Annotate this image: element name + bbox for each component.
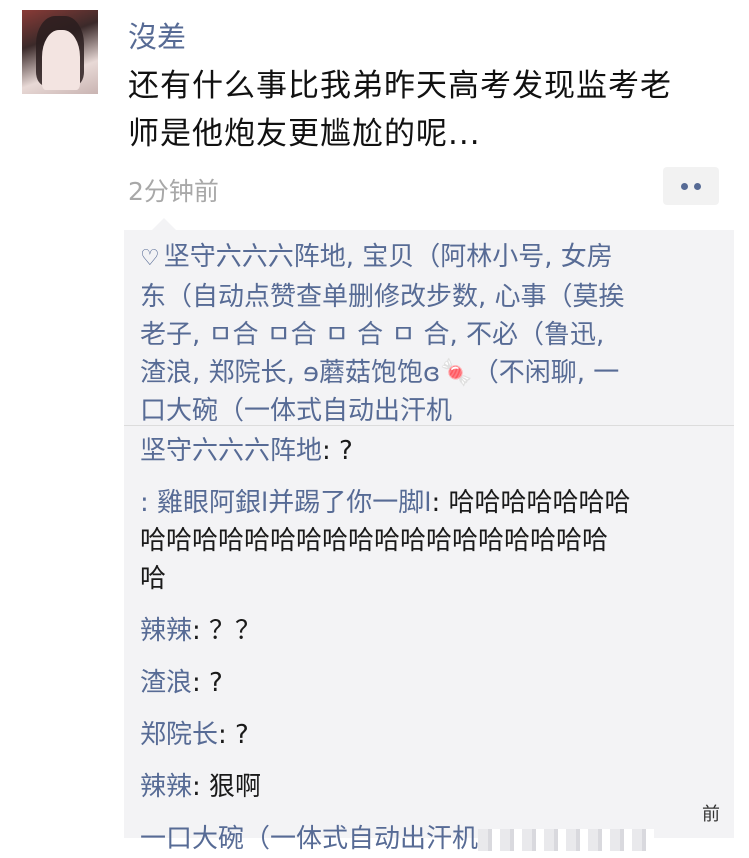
likes-line-4[interactable]: 渣浪, 郑院长, ɘ蘑菇饱饱ɞ🍬（不闲聊, 一 — [140, 354, 722, 392]
comment-text-continued: 哈哈哈哈哈哈哈哈哈哈哈哈哈哈哈哈哈哈 — [140, 526, 609, 556]
likes-line-2[interactable]: 东（自动点赞查单删修改步数, 心事（莫挨 — [140, 278, 722, 316]
comment-item[interactable]: 郑院长: ? — [140, 716, 718, 754]
post-username[interactable]: 沒差 — [128, 14, 186, 56]
commenter-name[interactable]: 渣浪 — [140, 668, 192, 698]
comment-item[interactable]: 辣辣: 狠啊 — [140, 768, 718, 806]
post-content: 还有什么事比我弟昨天高考发现监考老 师是他炮友更尴尬的呢... — [128, 62, 728, 158]
blurred-region — [478, 828, 655, 851]
comment-item[interactable]: 一口大碗（一体式自动出汗机 — [140, 820, 718, 858]
avatar-face-area — [42, 30, 80, 90]
comment-text: : 狠啊 — [192, 772, 262, 802]
commenter-name[interactable]: : 雞眼阿銀l并踢了你一脚l — [140, 488, 431, 518]
comment-text-continued: 哈 — [140, 564, 167, 594]
truncated-text: 前 — [702, 804, 720, 825]
comment-item[interactable]: 渣浪: ? — [140, 664, 718, 702]
likes-line-1: ♡ 坚守六六六阵地, 宝贝（阿林小号, 女房 — [140, 238, 722, 278]
commenter-name[interactable]: 一口大碗（一体式自动出汗机 — [140, 824, 478, 854]
comment-item[interactable]: : 雞眼阿銀l并踢了你一脚l: 哈哈哈哈哈哈哈 哈哈哈哈哈哈哈哈哈哈哈哈哈哈哈哈… — [140, 484, 718, 598]
comment-text: : ? — [218, 720, 249, 750]
commenter-name[interactable]: 辣辣 — [140, 616, 192, 646]
comment-text: : ? — [322, 436, 353, 466]
commenter-name[interactable]: 辣辣 — [140, 772, 192, 802]
comments-list: 坚守六六六阵地: ? : 雞眼阿銀l并踢了你一脚l: 哈哈哈哈哈哈哈 哈哈哈哈哈… — [124, 426, 734, 854]
commenter-name[interactable]: 郑院长 — [140, 720, 218, 750]
likes-text[interactable]: 坚守六六六阵地, 宝贝（阿林小号, 女房 — [164, 242, 613, 272]
heart-outline-icon: ♡ — [140, 246, 160, 271]
comment-item[interactable]: 坚守六六六阵地: ? — [140, 432, 718, 470]
comment-text: : ？？ — [192, 616, 262, 646]
comment-text: : 哈哈哈哈哈哈哈 — [431, 488, 631, 518]
comment-item[interactable]: 辣辣: ？？ — [140, 612, 718, 650]
post-line-1: 还有什么事比我弟昨天高考发现监考老 — [128, 68, 672, 104]
post-line-2: 师是他炮友更尴尬的呢... — [128, 116, 481, 152]
dot-icon — [681, 182, 688, 190]
more-options-button[interactable] — [663, 167, 719, 205]
likes-list: ♡ 坚守六六六阵地, 宝贝（阿林小号, 女房 东（自动点赞查单删修改步数, 心事（… — [124, 230, 734, 440]
likes-line-3[interactable]: 老子, ㅁ合 ㅁ合 ㅁ 合 ㅁ 合, 不必（鲁迅, — [140, 316, 722, 354]
post-timestamp: 2分钟前 — [128, 177, 219, 206]
avatar[interactable] — [22, 10, 98, 94]
comment-box-caret — [152, 218, 176, 230]
commenter-name[interactable]: 坚守六六六阵地 — [140, 436, 322, 466]
dot-icon — [694, 182, 701, 190]
comment-text: : ? — [192, 668, 223, 698]
